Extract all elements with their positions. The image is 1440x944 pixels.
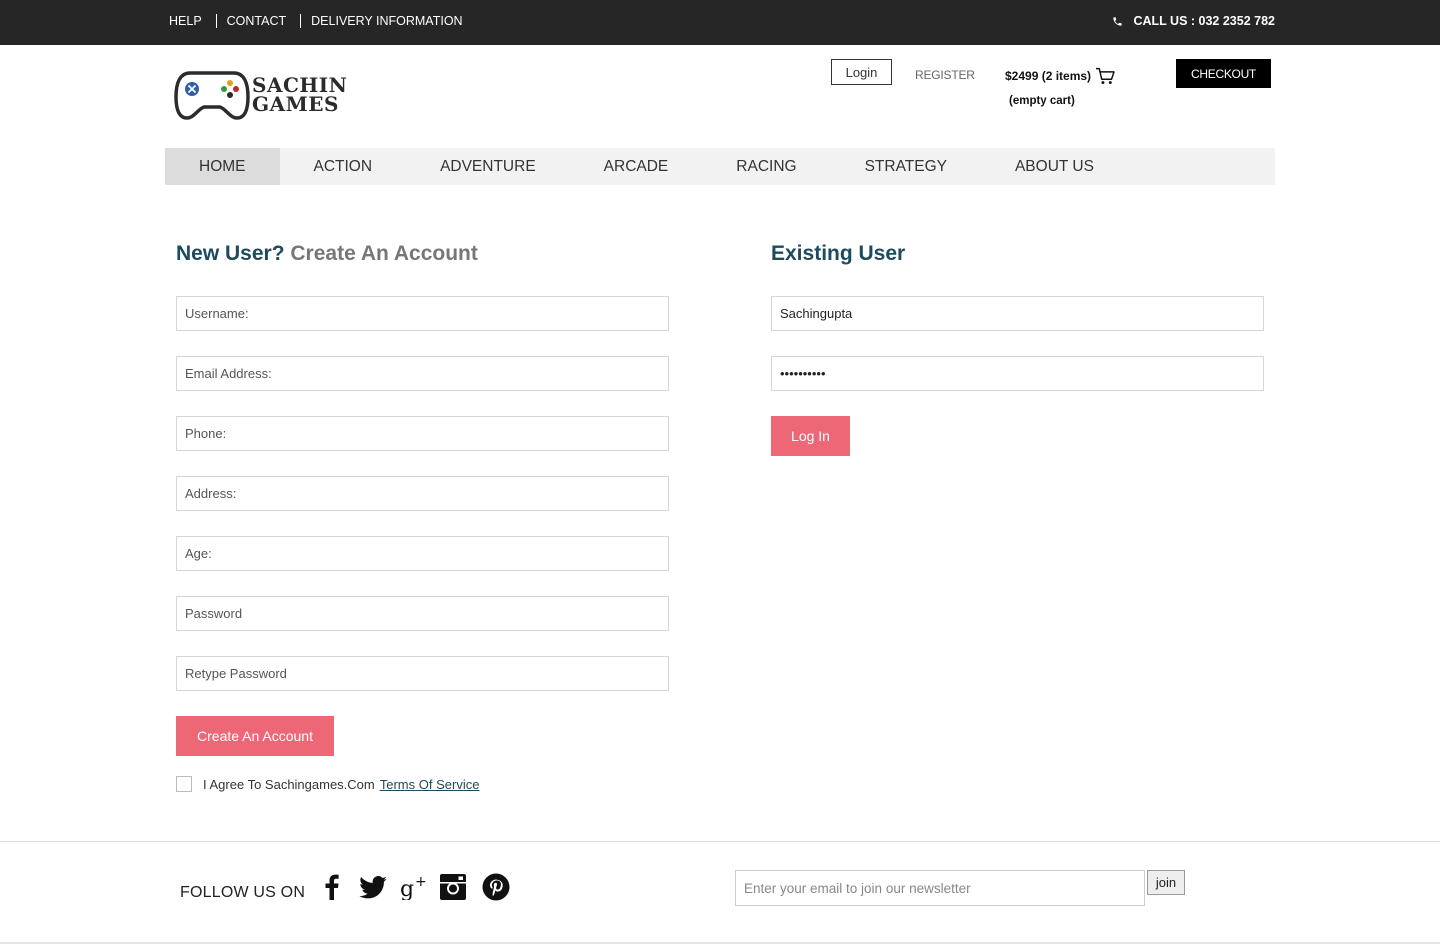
- logo-line-2: GAMES: [252, 92, 339, 116]
- phone-contact: CALL US : 032 2352 782: [1112, 14, 1275, 28]
- nav-item-racing[interactable]: RACING: [702, 148, 830, 185]
- log-in-button[interactable]: Log In: [771, 416, 850, 456]
- pinterest-icon[interactable]: [481, 872, 511, 902]
- delivery-information-link[interactable]: DELIVERY INFORMATION: [311, 14, 462, 28]
- twitter-icon[interactable]: [358, 872, 388, 902]
- terms-agreement: I Agree To Sachingames.Com Terms Of Serv…: [176, 776, 479, 792]
- cart-total: $2499 (2 items): [1005, 69, 1092, 83]
- top-links: HELP CONTACT DELIVERY INFORMATION: [169, 14, 463, 28]
- new-user-heading-strong: New User?: [176, 242, 285, 265]
- username-input[interactable]: [176, 296, 669, 331]
- nav-item-home[interactable]: HOME: [165, 148, 280, 185]
- address-field[interactable]: [176, 476, 669, 511]
- login-button[interactable]: Login: [831, 59, 892, 85]
- password-field[interactable]: [176, 596, 669, 631]
- new-user-heading-light: Create An Account: [290, 242, 478, 265]
- contact-link[interactable]: CONTACT: [227, 14, 287, 28]
- facebook-icon[interactable]: [317, 872, 347, 902]
- phone-text: CALL US : 032 2352 782: [1133, 14, 1275, 28]
- checkout-button[interactable]: CHECKOUT: [1176, 59, 1271, 88]
- svg-text:g: g: [400, 877, 414, 900]
- divider: [215, 14, 217, 28]
- site-logo[interactable]: SACHIN GAMES: [174, 68, 359, 122]
- top-bar: HELP CONTACT DELIVERY INFORMATION CALL U…: [0, 0, 1440, 45]
- nav-item-arcade[interactable]: ARCADE: [570, 148, 703, 185]
- agree-checkbox[interactable]: [176, 776, 192, 792]
- join-newsletter-button[interactable]: join: [1147, 870, 1185, 895]
- login-password-input[interactable]: [771, 356, 1264, 391]
- logo-wordmark: SACHIN GAMES: [252, 75, 347, 116]
- nav-item-strategy[interactable]: STRATEGY: [831, 148, 981, 185]
- cart-summary[interactable]: $2499 (2 items): [1005, 67, 1115, 85]
- gamepad-icon: [174, 71, 250, 120]
- main-nav: HOME ACTION ADVENTURE ARCADE RACING STRA…: [165, 148, 1275, 185]
- divider: [300, 14, 302, 28]
- nav-item-action[interactable]: ACTION: [280, 148, 407, 185]
- svg-text:+: +: [415, 874, 427, 890]
- retype-password-field[interactable]: [176, 656, 669, 691]
- nav-item-adventure[interactable]: ADVENTURE: [406, 148, 570, 185]
- phone-field[interactable]: [176, 416, 669, 451]
- register-link[interactable]: REGISTER: [915, 68, 975, 82]
- follow-us-label: FOLLOW US ON: [180, 884, 306, 901]
- agree-text: I Agree To Sachingames.Com: [203, 776, 375, 792]
- instagram-icon[interactable]: [438, 872, 468, 902]
- phone-icon: [1113, 16, 1123, 26]
- newsletter-email-input[interactable]: [735, 870, 1145, 906]
- cart-empty-link[interactable]: (empty cart): [1009, 95, 1075, 107]
- age-field[interactable]: [176, 536, 669, 571]
- email-field[interactable]: [176, 356, 669, 391]
- terms-of-service-link[interactable]: Terms Of Service: [380, 777, 480, 792]
- help-link[interactable]: HELP: [169, 14, 202, 28]
- new-user-heading: New User? Create An Account: [176, 242, 478, 266]
- login-username-input[interactable]: [771, 296, 1264, 331]
- create-account-button[interactable]: Create An Account: [176, 716, 334, 756]
- nav-item-about-us[interactable]: ABOUT US: [981, 148, 1128, 185]
- existing-user-heading: Existing User: [771, 242, 906, 265]
- footer-divider: [0, 841, 1440, 842]
- google-plus-icon[interactable]: g +: [399, 872, 429, 902]
- cart-icon: [1096, 67, 1115, 85]
